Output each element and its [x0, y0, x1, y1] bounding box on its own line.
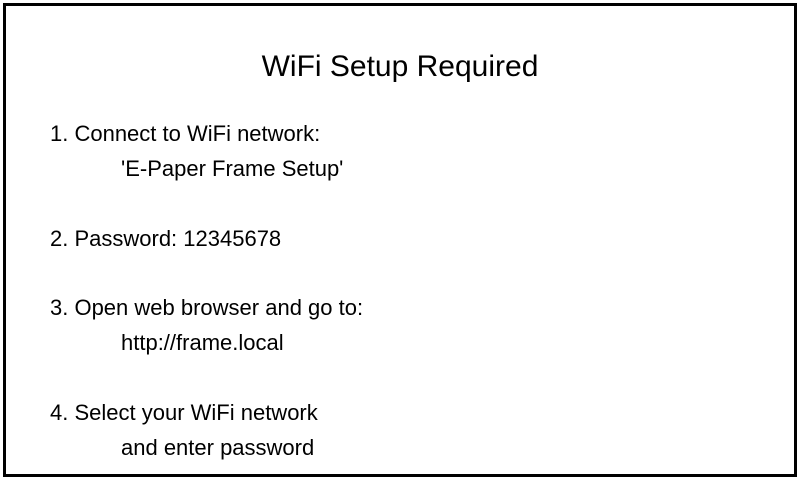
- step-2-password: 2. Password: 12345678: [50, 226, 282, 251]
- step-4: 4. Select your WiFi network: [50, 400, 318, 425]
- step-3-url: http://frame.local: [121, 330, 284, 355]
- step-3: 3. Open web browser and go to:: [50, 295, 364, 320]
- step-1: 1. Connect to WiFi network:: [50, 121, 321, 146]
- step-4-detail: and enter password: [121, 435, 315, 460]
- page-title: WiFi Setup Required: [261, 50, 539, 83]
- step-1-network-name: 'E-Paper Frame Setup': [121, 156, 344, 181]
